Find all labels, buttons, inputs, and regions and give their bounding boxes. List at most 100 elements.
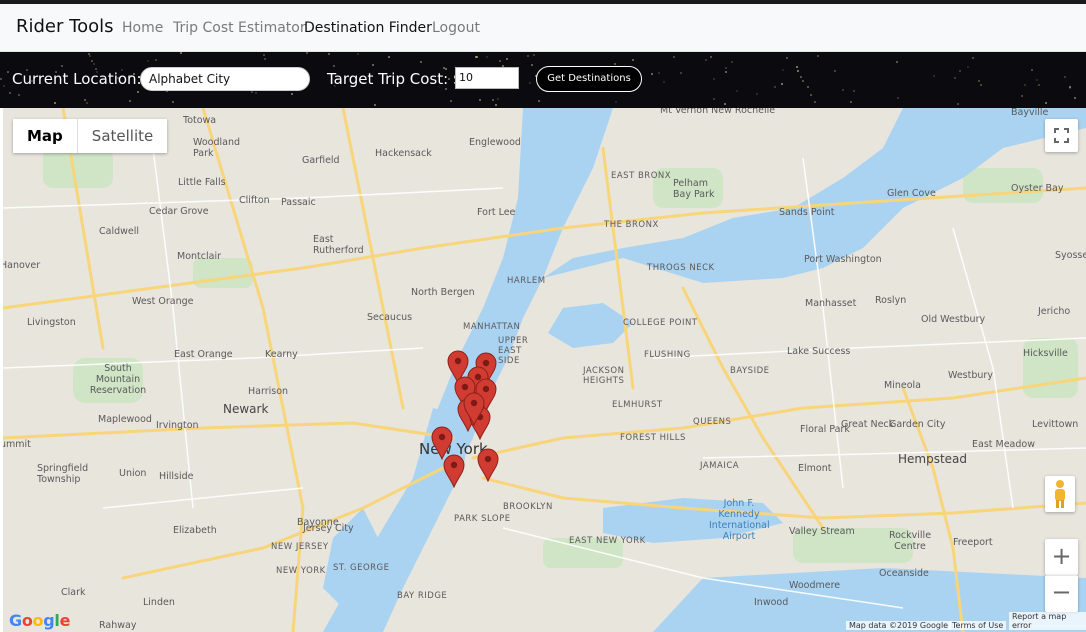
star-dot: [18, 94, 20, 96]
map-label: Old Westbury: [921, 314, 986, 325]
current-location-label: Current Location:: [12, 70, 142, 88]
map-canvas: [3, 108, 1086, 632]
map-label: NEW YORK: [276, 566, 326, 576]
star-dot: [834, 70, 836, 72]
destination-marker[interactable]: [477, 448, 499, 482]
map-label: Rahway: [99, 620, 137, 631]
map-label: West Orange: [132, 296, 194, 307]
map-label: NEW JERSEY: [271, 542, 329, 552]
star-dot: [533, 54, 535, 56]
star-dot: [506, 58, 508, 60]
google-logo[interactable]: Google: [9, 611, 70, 630]
map-label: QUEENS: [693, 417, 732, 427]
navbar: Rider Tools Home Trip Cost Estimator Des…: [0, 4, 1086, 52]
star-dot: [86, 102, 88, 104]
map-label: Hanover: [3, 260, 41, 271]
star-dot: [807, 86, 809, 88]
map-label: Woodmere: [789, 580, 841, 591]
star-dot: [172, 101, 174, 103]
star-dot: [538, 100, 540, 102]
map-label: Hillside: [159, 471, 194, 482]
report-map-error-link[interactable]: Report a map error: [1009, 612, 1086, 630]
star-dot: [615, 101, 617, 103]
star-dot: [61, 65, 63, 67]
star-dot: [782, 69, 784, 71]
nav-destination-finder[interactable]: Destination Finder: [304, 20, 432, 36]
terms-of-use-link[interactable]: Terms of Use: [949, 621, 1007, 630]
map-label: East Orange: [174, 349, 233, 360]
star-dot: [658, 72, 660, 74]
star-dot: [853, 90, 855, 92]
map-label: Glen Cove: [887, 188, 936, 199]
star-dot: [651, 73, 653, 75]
map-label: Garden City: [889, 419, 946, 430]
star-dot: [800, 76, 802, 78]
map-label: Manhasset: [805, 298, 857, 309]
fullscreen-button[interactable]: [1045, 119, 1078, 152]
map-label: Woodland Park: [193, 137, 241, 159]
zoom-out-button[interactable]: −: [1045, 575, 1078, 612]
star-dot: [328, 53, 330, 55]
nav-home[interactable]: Home: [122, 20, 163, 36]
map-label: Clifton: [239, 195, 270, 206]
star-dot: [814, 101, 816, 103]
star-dot: [1024, 84, 1026, 86]
map-label: Hicksville: [1023, 348, 1068, 359]
star-dot: [797, 70, 799, 72]
destination-marker[interactable]: [463, 392, 485, 426]
target-trip-cost-input[interactable]: 10: [455, 67, 519, 89]
star-dot: [1031, 69, 1033, 71]
map-label: Totowa: [183, 115, 217, 126]
nav-logout[interactable]: Logout: [432, 20, 480, 36]
star-dot: [896, 61, 898, 63]
map-label: East Meadow: [972, 439, 1035, 450]
star-dot: [756, 93, 758, 95]
star-dot: [705, 59, 707, 61]
map-label: Passaic: [281, 197, 316, 208]
map-attribution: Map data ©2019 Google: [846, 621, 952, 630]
map-label: ST. GEORGE: [333, 563, 390, 573]
map-label: Lake Success: [787, 346, 851, 357]
star-dot: [774, 86, 776, 88]
target-trip-cost-label: Target Trip Cost: $: [327, 70, 463, 88]
map-label: Hackensack: [375, 148, 432, 159]
map-label: Hempstead: [898, 452, 968, 466]
map-label: Little Falls: [178, 177, 226, 188]
star-dot: [810, 94, 812, 96]
map-label: FLUSHING: [644, 350, 691, 360]
map-type-map-button[interactable]: Map: [13, 119, 78, 153]
map-label: Union: [119, 468, 147, 479]
map-label: Levittown: [1032, 419, 1079, 430]
nav-trip-cost-estimator[interactable]: Trip Cost Estimator: [173, 20, 306, 36]
map-type-satellite-button[interactable]: Satellite: [78, 119, 167, 153]
star-dot: [450, 100, 452, 102]
map-label: Elizabeth: [173, 525, 217, 536]
star-dot: [499, 60, 501, 62]
star-dot: [796, 66, 798, 68]
star-dot: [155, 59, 157, 61]
map-label: Mineola: [884, 380, 921, 391]
star-dot: [897, 97, 899, 99]
star-dot: [713, 78, 715, 80]
map-label: ELMHURST: [612, 400, 663, 410]
map-label: Mt Vernon New Rochelle: [660, 108, 776, 116]
brand-title[interactable]: Rider Tools: [16, 16, 113, 37]
map-label: Oceanside: [879, 568, 929, 579]
map-label: Springfield Township: [37, 463, 89, 485]
map-label: Englewood: [469, 137, 521, 148]
map-label: MANHATTAN: [463, 322, 521, 332]
map-type-control: Map Satellite: [13, 119, 168, 153]
destination-marker[interactable]: [443, 454, 465, 488]
map-label: Oyster Bay: [1011, 183, 1064, 194]
star-dot: [529, 82, 531, 84]
star-dot: [842, 89, 844, 91]
map-view[interactable]: Map Satellite + − MANHATTAN New York BRO…: [3, 108, 1086, 632]
star-dot: [9, 92, 11, 94]
map-label: BAYSIDE: [730, 366, 770, 376]
get-destinations-button[interactable]: Get Destinations: [536, 66, 642, 92]
map-label: Montclair: [177, 251, 221, 262]
map-label: UPPER EAST SIDE: [498, 336, 529, 366]
current-location-input[interactable]: Alphabet City: [140, 67, 310, 91]
zoom-in-button[interactable]: +: [1045, 539, 1078, 575]
street-view-pegman[interactable]: [1045, 476, 1075, 512]
